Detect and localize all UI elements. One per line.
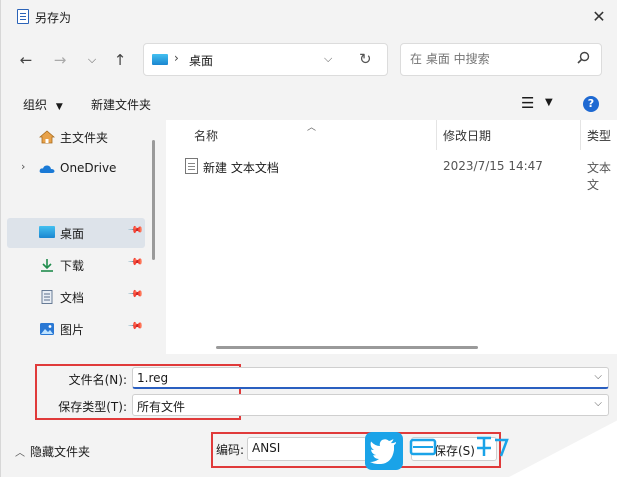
chevron-down-icon[interactable]: ⌵ [594, 398, 602, 409]
column-divider[interactable] [436, 120, 437, 150]
pin-icon[interactable]: 📌 [127, 286, 144, 303]
search-box[interactable] [400, 43, 602, 76]
document-icon [41, 290, 53, 304]
column-header-date[interactable]: 修改日期 [443, 127, 491, 144]
search-icon[interactable] [575, 50, 591, 66]
nav-item-desktop[interactable]: 桌面 📌 [7, 218, 145, 248]
new-folder-button[interactable]: 新建文件夹 [91, 96, 151, 113]
nav-item-label: 下载 [60, 259, 85, 273]
view-options-button[interactable]: ☰ [521, 94, 534, 112]
filename-label: 文件名(N): [68, 373, 127, 387]
file-modified-date: 2023/7/15 14:47 [443, 159, 543, 173]
chevron-up-icon: ︿ [15, 448, 25, 459]
nav-item-label: 文档 [60, 291, 85, 305]
file-type: 文本文 [587, 161, 612, 192]
recent-locations-button[interactable]: ⌵ [81, 49, 103, 71]
search-input[interactable] [410, 52, 570, 66]
arrow-up-icon: ↑ [113, 51, 127, 69]
notepad-icon [17, 9, 29, 24]
watermark-mark [409, 436, 509, 457]
caret-down-icon: ▼ [55, 102, 63, 112]
filename-value[interactable]: 1.reg [137, 371, 168, 385]
nav-item-pictures[interactable]: 图片 📌 [7, 314, 145, 344]
hide-folders-toggle[interactable]: ︿ 隐藏文件夹 [15, 443, 90, 460]
organize-label: 组织 [23, 98, 48, 112]
nav-item-label: 图片 [60, 323, 85, 337]
chevron-down-icon[interactable]: ⌵ [324, 52, 332, 66]
column-header-name[interactable]: 名称 [194, 127, 218, 144]
navigation-pane: 主文件夹 › OneDrive 桌面 📌 下载 📌 文档 📌 图片 📌 [1, 120, 161, 354]
chevron-right-icon[interactable]: › [174, 51, 179, 65]
up-button[interactable]: ↑ [109, 49, 131, 71]
caret-down-icon[interactable]: ▼ [545, 97, 553, 108]
help-button[interactable]: ? [583, 96, 599, 112]
forward-button[interactable]: → [49, 49, 71, 71]
pin-icon[interactable]: 📌 [127, 254, 144, 271]
column-divider[interactable] [580, 120, 581, 150]
window-title: 另存为 [35, 11, 72, 25]
desktop-icon [39, 226, 55, 238]
file-list: ︿ 名称 修改日期 类型 新建 文本文档 2023/7/15 14:47 文本文 [166, 120, 617, 354]
arrow-right-icon: → [53, 51, 67, 69]
close-icon: ✕ [592, 7, 606, 26]
column-header-type[interactable]: 类型 [587, 127, 611, 144]
filetype-label: 保存类型(T): [58, 400, 127, 414]
filetype-value[interactable]: 所有文件 [137, 398, 185, 415]
nav-item-home[interactable]: 主文件夹 [7, 122, 145, 152]
watermark-logo [405, 434, 515, 472]
list-view-icon: ☰ [521, 94, 535, 112]
desktop-icon [152, 54, 168, 65]
cloud-icon [39, 165, 55, 173]
horizontal-scrollbar[interactable] [216, 346, 478, 349]
navigation-scrollbar[interactable] [152, 140, 155, 260]
close-button[interactable]: ✕ [587, 7, 611, 27]
arrow-left-icon: ← [19, 51, 33, 69]
encoding-value[interactable]: ANSI [252, 441, 280, 455]
pin-icon[interactable]: 📌 [127, 318, 144, 335]
text-file-icon [185, 158, 198, 174]
picture-icon [40, 323, 54, 335]
file-name: 新建 文本文档 [203, 161, 279, 175]
nav-item-label: 主文件夹 [60, 131, 109, 145]
sort-ascending-icon: ︿ [307, 123, 317, 133]
refresh-button[interactable]: ↻ [359, 50, 372, 68]
page-curl [509, 420, 617, 477]
address-location[interactable]: 桌面 [189, 52, 213, 69]
home-icon [39, 130, 55, 144]
filename-field[interactable]: 1.reg ⌵ [132, 367, 609, 389]
chevron-down-icon[interactable]: ⌵ [594, 371, 602, 382]
save-as-dialog: 另存为 ✕ ← → ⌵ ↑ › 桌面 ⌵ ↻ 组织 ▼ 新建文件夹 ☰ ▼ ? … [0, 0, 617, 477]
nav-item-documents[interactable]: 文档 📌 [7, 282, 145, 312]
pin-icon[interactable]: 📌 [127, 222, 144, 239]
back-button[interactable]: ← [15, 49, 37, 71]
organize-menu[interactable]: 组织 ▼ [23, 96, 63, 113]
watermark-bird-logo [365, 432, 403, 470]
table-row[interactable]: 新建 文本文档 2023/7/15 14:47 文本文 [166, 154, 617, 192]
refresh-icon: ↻ [359, 50, 372, 68]
chevron-right-icon[interactable]: › [21, 160, 25, 173]
filetype-select[interactable]: 所有文件 ⌵ [132, 394, 609, 416]
nav-item-onedrive[interactable]: › OneDrive [7, 154, 145, 184]
title-bar[interactable]: 另存为 ✕ [1, 0, 617, 34]
chevron-down-icon: ⌵ [87, 53, 97, 66]
encoding-label: 编码: [216, 443, 245, 457]
hide-folders-label: 隐藏文件夹 [30, 445, 91, 459]
address-bar[interactable]: › 桌面 ⌵ ↻ [143, 43, 388, 76]
encoding-select[interactable]: ANSI [247, 437, 367, 461]
nav-item-label: OneDrive [60, 161, 117, 175]
help-icon: ? [587, 97, 595, 110]
download-icon [41, 259, 53, 272]
nav-item-downloads[interactable]: 下载 📌 [7, 250, 145, 280]
nav-item-label: 桌面 [60, 227, 85, 241]
